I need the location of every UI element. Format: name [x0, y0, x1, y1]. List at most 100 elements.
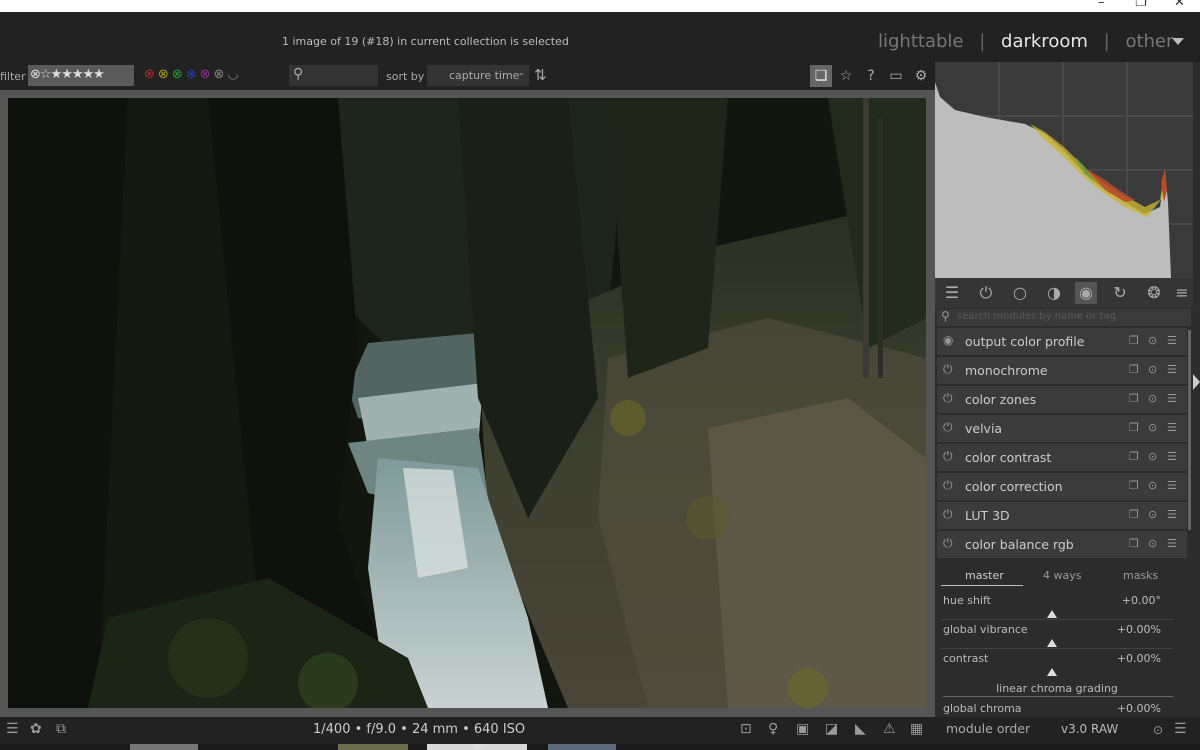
sort-order-icon[interactable]: ⇅ [534, 66, 547, 84]
module-velvia[interactable]: ⏻ velvia ❐ ⊙ ☰ [937, 415, 1187, 443]
power-icon[interactable]: ⏻ [943, 391, 953, 406]
reset-icon[interactable]: ⊙ [1148, 479, 1157, 492]
label-operator-icon[interactable]: ◡ [227, 67, 241, 82]
module-menu-icon[interactable]: ☰ [1167, 479, 1177, 492]
presets-icon[interactable]: ❐ [1129, 334, 1139, 347]
slider-handle-icon[interactable] [1047, 610, 1057, 618]
view-lighttable[interactable]: lighttable [878, 31, 963, 52]
grouping-icon[interactable]: ❏ [810, 65, 832, 87]
settings-icon[interactable]: ⚙ [910, 65, 932, 87]
power-icon[interactable]: ◉ [943, 333, 953, 347]
styles-icon[interactable]: ✿ [30, 721, 42, 737]
reset-icon[interactable]: ⊙ [1148, 392, 1157, 405]
presets-icon[interactable]: ❐ [1129, 421, 1139, 434]
tab-4-ways[interactable]: 4 ways [1043, 569, 1081, 582]
module-order-value[interactable]: v3.0 RAW [1061, 722, 1118, 736]
sort-select[interactable]: capture time ⌄ [427, 65, 529, 86]
view-other[interactable]: other [1125, 31, 1173, 52]
module-menu-icon[interactable]: ☰ [1167, 392, 1177, 405]
raw-overexposed-icon[interactable]: ▣ [796, 721, 809, 737]
tab-master[interactable]: master [965, 569, 1004, 582]
power-icon[interactable]: ⏻ [943, 420, 953, 435]
rating-filter[interactable]: ⊗☆★★★★★ [28, 65, 134, 86]
right-panel-toggle-icon[interactable] [1193, 374, 1200, 390]
views-dropdown-icon[interactable] [1172, 38, 1184, 45]
reset-icon[interactable]: ⊙ [1148, 508, 1157, 521]
keyboard-icon[interactable]: ▭ [885, 65, 907, 87]
module-monochrome[interactable]: ⏻ monochrome ❐ ⊙ ☰ [937, 357, 1187, 385]
purple-label-icon[interactable]: ⊗ [200, 67, 214, 82]
power-icon[interactable]: ⏻ [943, 536, 953, 551]
clipping-icon[interactable]: ◪ [825, 721, 838, 737]
reset-icon[interactable]: ⊙ [1148, 334, 1157, 347]
reset-icon[interactable]: ⊙ [1148, 537, 1157, 550]
star-icon[interactable]: ☆ [835, 65, 857, 87]
slider-handle-icon[interactable] [1047, 668, 1057, 676]
histogram[interactable] [935, 62, 1193, 278]
red-label-icon[interactable]: ⊗ [144, 67, 158, 82]
module-search-input[interactable]: ⚲ search modules by name or tag [937, 309, 1191, 326]
slider-handle-icon[interactable] [1047, 639, 1057, 647]
color-assessment-icon[interactable]: ♀ [768, 721, 778, 737]
module-menu-icon[interactable]: ☰ [1167, 334, 1177, 347]
focus-peaking-icon[interactable]: ⊡ [740, 721, 752, 737]
reset-icon[interactable]: ⊙ [1148, 450, 1157, 463]
restore-icon[interactable]: ❐ [1135, 0, 1147, 10]
presets-icon[interactable]: ❐ [1129, 392, 1139, 405]
no-label-icon[interactable]: ⊗ [214, 67, 228, 82]
reset-icon[interactable]: ⊙ [1148, 363, 1157, 376]
gamut-check-icon[interactable]: ⚠ [883, 721, 896, 737]
reset-icon[interactable]: ⊙ [1153, 723, 1163, 737]
module-color-contrast[interactable]: ⏻ color contrast ❐ ⊙ ☰ [937, 444, 1187, 472]
power-icon[interactable]: ⏻ [943, 507, 953, 522]
module-color-balance-rgb[interactable]: ⏻ color balance rgb ❐ ⊙ ☰ [937, 531, 1187, 559]
base-icon[interactable]: ○ [1009, 282, 1031, 304]
global-chroma-slider[interactable]: global chroma +0.00% [937, 700, 1187, 717]
presets-icon[interactable]: ❐ [1129, 508, 1139, 521]
module-output-color-profile[interactable]: ◉ output color profile ❐ ⊙ ☰ [937, 328, 1187, 356]
power-icon[interactable]: ⏻ [943, 478, 953, 493]
minimize-icon[interactable]: – [1098, 0, 1105, 10]
tone-icon[interactable]: ◑ [1043, 282, 1065, 304]
global-vibrance-slider[interactable]: global vibrance +0.00% [937, 621, 1187, 650]
view-darkroom[interactable]: darkroom [1001, 31, 1088, 52]
active-modules-icon[interactable]: ⏻ [975, 282, 997, 304]
green-label-icon[interactable]: ⊗ [172, 67, 186, 82]
power-icon[interactable]: ⏻ [943, 362, 953, 377]
collection-search-input[interactable]: ⚲ [289, 65, 378, 86]
second-window-icon[interactable]: ⧉ [56, 721, 66, 737]
module-menu-icon[interactable]: ☰ [1167, 537, 1177, 550]
module-color-zones[interactable]: ⏻ color zones ❐ ⊙ ☰ [937, 386, 1187, 414]
tab-masks[interactable]: masks [1123, 569, 1158, 582]
reset-icon[interactable]: ⊙ [1148, 421, 1157, 434]
correct-icon[interactable]: ↻ [1109, 282, 1131, 304]
filmstrip-thumb[interactable] [548, 744, 616, 750]
menu-icon[interactable]: ≡ [1171, 282, 1193, 304]
module-scrollbar[interactable] [1188, 330, 1191, 530]
close-icon[interactable]: ✕ [1174, 0, 1185, 10]
blue-label-icon[interactable]: ⊗ [186, 67, 200, 82]
presets-icon[interactable]: ❐ [1129, 479, 1139, 492]
yellow-label-icon[interactable]: ⊗ [158, 67, 172, 82]
quick-access-icon[interactable]: ☰ [941, 282, 963, 304]
filmstrip[interactable] [0, 744, 1200, 750]
presets-icon[interactable]: ❐ [1129, 363, 1139, 376]
power-icon[interactable]: ⏻ [943, 449, 953, 464]
softproof-icon[interactable]: ◣ [855, 721, 866, 737]
module-menu-icon[interactable]: ☰ [1167, 421, 1177, 434]
hue-shift-slider[interactable]: hue shift +0.00° [937, 592, 1187, 621]
contrast-slider[interactable]: contrast +0.00% [937, 650, 1187, 679]
module-lut-3d[interactable]: ⏻ LUT 3D ❐ ⊙ ☰ [937, 502, 1187, 530]
filmstrip-thumb[interactable] [338, 744, 408, 750]
module-menu-icon[interactable]: ☰ [1167, 450, 1177, 463]
guides-icon[interactable]: ▦ [910, 721, 923, 737]
module-menu-icon[interactable]: ☰ [1167, 508, 1177, 521]
bottom-panel-toggle-icon[interactable] [470, 744, 486, 750]
effect-icon[interactable]: ❂ [1143, 282, 1165, 304]
module-menu-icon[interactable]: ☰ [1167, 363, 1177, 376]
presets-menu-icon[interactable]: ☰ [1174, 721, 1187, 737]
filmstrip-thumb[interactable] [130, 744, 198, 750]
presets-icon[interactable]: ❐ [1129, 537, 1139, 550]
help-icon[interactable]: ? [860, 65, 882, 87]
color-icon[interactable]: ◉ [1075, 282, 1097, 304]
